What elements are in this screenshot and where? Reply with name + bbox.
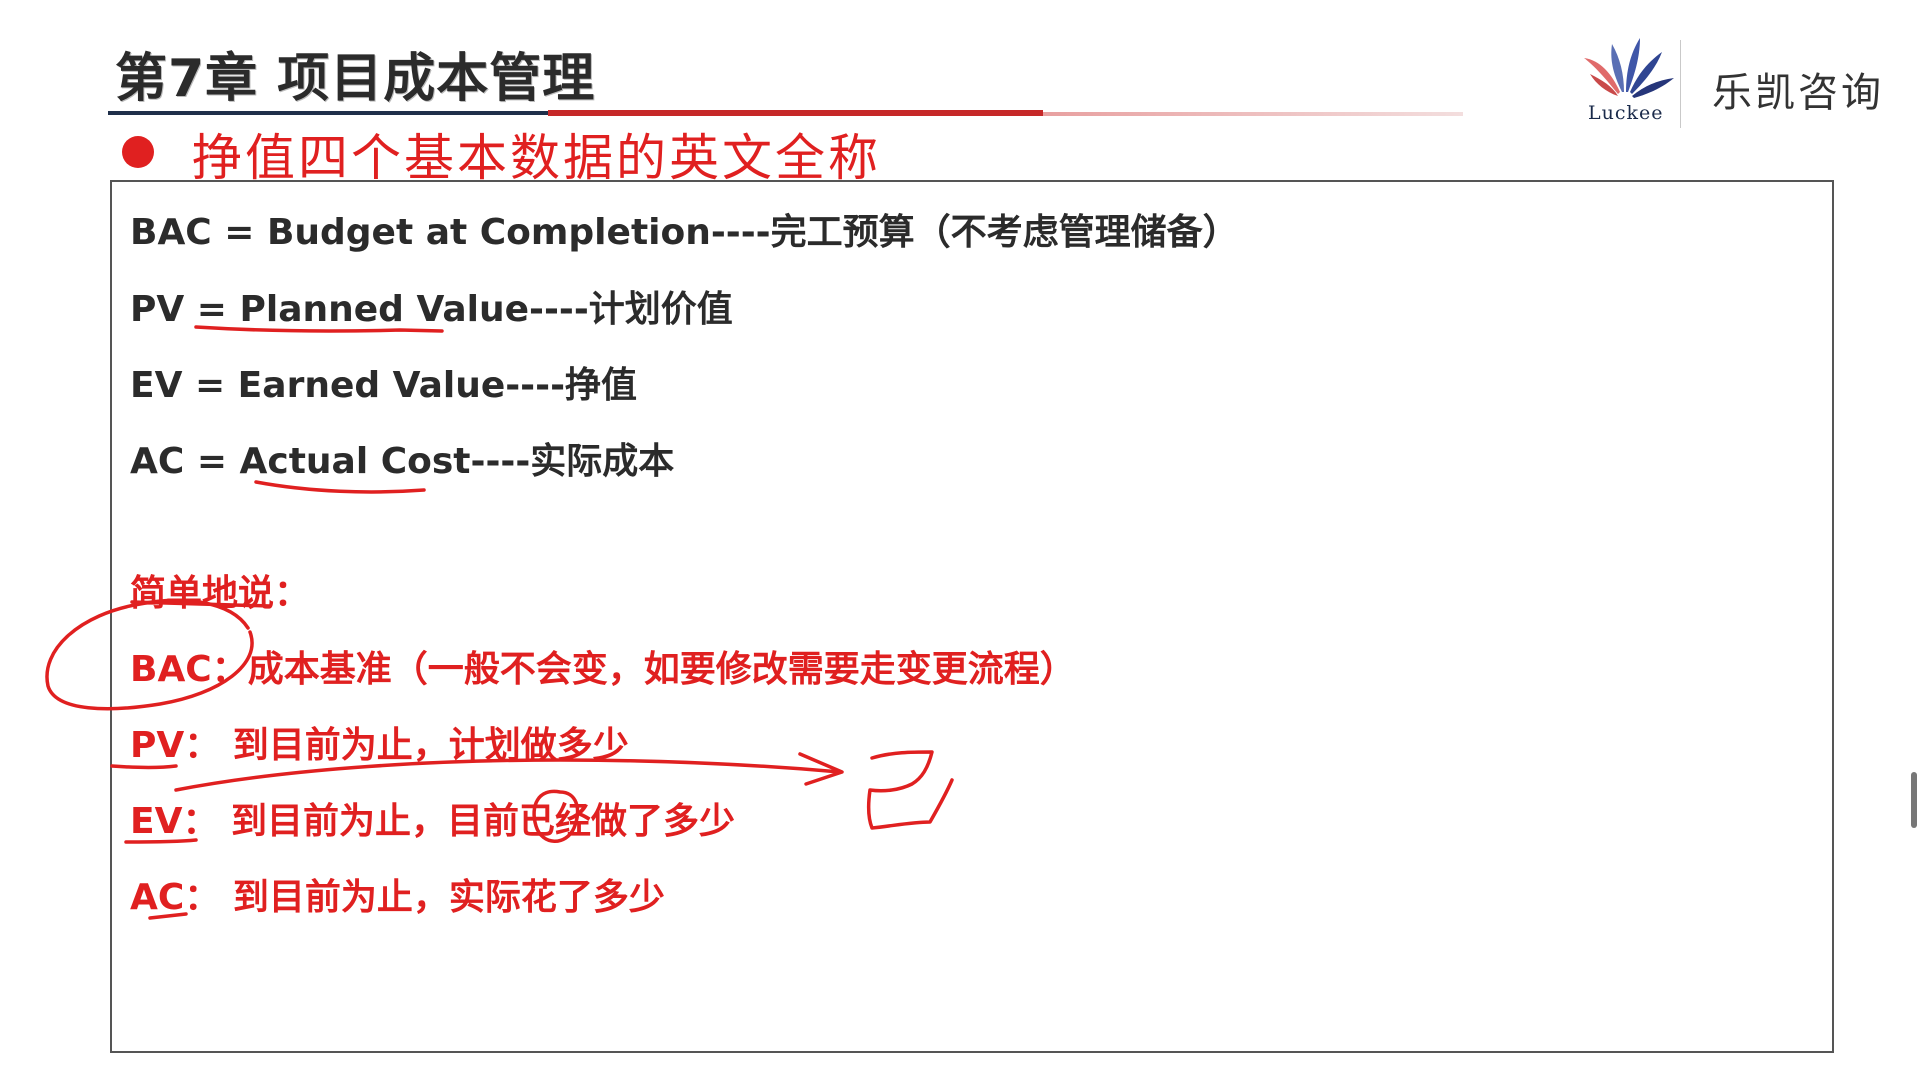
fan-logo-icon [1584, 38, 1674, 98]
summary-ev: EV： 到目前为止，目前已经做了多少 [130, 801, 735, 842]
title-rule [108, 110, 1463, 118]
company-logo: Luckee 乐凯咨询 [1572, 34, 1892, 134]
summary-bac: BAC：成本基准（一般不会变，如要修改需要走变更流程） [130, 649, 1076, 690]
chapter-title: 第7章 项目成本管理 [115, 49, 596, 109]
definition-ev: EV = Earned Value----挣值 [130, 365, 638, 406]
title-rule-fade [1043, 112, 1463, 116]
title-rule-red [548, 110, 1043, 116]
logo-text-cn: 乐凯咨询 [1712, 70, 1884, 116]
definition-pv: PV = Planned Value----计划价值 [130, 289, 733, 330]
logo-text-en: Luckee [1588, 102, 1664, 124]
definition-bac: BAC = Budget at Completion----完工预算（不考虑管理… [130, 212, 1239, 253]
summary-pv: PV： 到目前为止，计划做多少 [130, 725, 629, 766]
summary-ac: AC： 到目前为止，实际花了多少 [130, 877, 665, 918]
summary-heading: 简单地说： [130, 573, 311, 614]
logo-divider [1680, 40, 1681, 128]
definition-ac: AC = Actual Cost----实际成本 [130, 441, 675, 482]
bullet-icon [122, 136, 154, 168]
scrollbar-thumb[interactable] [1911, 772, 1917, 828]
title-rule-dark [108, 111, 548, 115]
